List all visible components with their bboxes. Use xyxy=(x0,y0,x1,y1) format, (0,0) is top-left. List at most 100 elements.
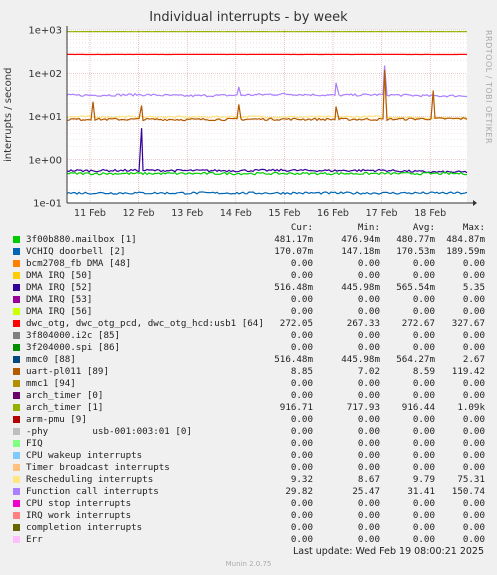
legend-row: IRQ work interrupts 0.00 0.00 0.00 0.00 xyxy=(0,510,497,522)
legend-max-value: 0.00 xyxy=(462,330,485,341)
legend-min-value: 476.94m xyxy=(341,234,380,245)
legend-header: Cur: Min: Avg: Max: xyxy=(0,222,497,234)
legend-swatch xyxy=(13,476,20,483)
legend-max-value: 5.35 xyxy=(462,282,485,293)
legend-min-value: 717.93 xyxy=(346,402,380,413)
legend-row: FIQ 0.00 0.00 0.00 0.00 xyxy=(0,438,497,450)
legend-swatch xyxy=(13,284,20,291)
legend-row: 3f804000.i2c [85] 0.00 0.00 0.00 0.00 xyxy=(0,330,497,342)
legend-max-value: 0.00 xyxy=(462,294,485,305)
legend-swatch xyxy=(13,344,20,351)
legend-cur-value: 0.00 xyxy=(290,426,313,437)
legend-row: arm-pmu [9] 0.00 0.00 0.00 0.00 xyxy=(0,414,497,426)
legend-cur-value: 0.00 xyxy=(290,522,313,533)
legend-cur-value: 29.82 xyxy=(285,486,313,497)
legend-min-value: 0.00 xyxy=(357,510,380,521)
legend-cur-value: 0.00 xyxy=(290,258,313,269)
legend-header-max: Max: xyxy=(462,222,485,233)
legend-row: dwc_otg, dwc_otg_pcd, dwc_otg_hcd:usb1 [… xyxy=(0,318,497,330)
legend-row: arch_timer [1] 916.71 717.93 916.44 1.09k xyxy=(0,402,497,414)
legend-min-value: 0.00 xyxy=(357,426,380,437)
legend-series-name: bcm2708_fb DMA [48] xyxy=(26,258,132,269)
legend-series-name: arch_timer [0] xyxy=(26,390,104,401)
legend-min-value: 0.00 xyxy=(357,390,380,401)
legend-max-value: 0.00 xyxy=(462,270,485,281)
legend-max-value: 0.00 xyxy=(462,450,485,461)
legend-max-value: 0.00 xyxy=(462,534,485,545)
x-tick-label: 15 Feb xyxy=(268,208,300,219)
legend-max-value: 2.67 xyxy=(462,354,485,365)
legend-swatch xyxy=(13,236,20,243)
legend-series-name: 3f804000.i2c [85] xyxy=(26,330,121,341)
legend-swatch xyxy=(13,464,20,471)
legend-min-value: 7.02 xyxy=(357,366,380,377)
legend-swatch xyxy=(13,440,20,447)
legend-row: completion interrupts 0.00 0.00 0.00 0.00 xyxy=(0,522,497,534)
legend-min-value: 445.98m xyxy=(341,282,380,293)
legend-min-value: 0.00 xyxy=(357,378,380,389)
legend-series-name: Err xyxy=(26,534,43,545)
legend-header-min: Min: xyxy=(357,222,380,233)
legend-series-name: arm-pmu [9] xyxy=(26,414,87,425)
legend-row: Function call interrupts 29.82 25.47 31.41 1… xyxy=(0,486,497,498)
legend-cur-value: 0.00 xyxy=(290,330,313,341)
legend-series-name: mmc1 [94] xyxy=(26,378,76,389)
legend-max-value: 0.00 xyxy=(462,462,485,473)
last-update: Last update: Wed Feb 19 08:00:21 2025 xyxy=(292,546,484,557)
legend-min-value: 8.67 xyxy=(357,474,380,485)
legend-max-value: 0.00 xyxy=(462,342,485,353)
legend-swatch xyxy=(13,320,20,327)
legend-max-value: 1.09k xyxy=(457,402,485,413)
legend-series-name: VCHIQ doorbell [2] xyxy=(26,246,126,257)
legend-min-value: 0.00 xyxy=(357,498,380,509)
legend-max-value: 0.00 xyxy=(462,414,485,425)
legend-cur-value: 9.32 xyxy=(290,474,313,485)
legend-min-value: 0.00 xyxy=(357,438,380,449)
legend-cur-value: 0.00 xyxy=(290,462,313,473)
legend-cur-value: 0.00 xyxy=(290,414,313,425)
legend-swatch xyxy=(13,428,20,435)
legend-series-name: DMA IRQ [52] xyxy=(26,282,93,293)
legend-cur-value: 0.00 xyxy=(290,342,313,353)
x-tick-label: 12 Feb xyxy=(123,208,155,219)
legend-min-value: 0.00 xyxy=(357,258,380,269)
interrupts-chart: 1e-01 1e+00 1e+01 1e+02 1e+03 11 Feb 12 Feb 13 … xyxy=(28,26,477,219)
legend-cur-value: 8.85 xyxy=(290,366,313,377)
legend-min-value: 0.00 xyxy=(357,342,380,353)
legend-max-value: 0.00 xyxy=(462,510,485,521)
legend-series-name: DMA IRQ [56] xyxy=(26,306,93,317)
legend-series-name: mmc0 [88] xyxy=(26,354,76,365)
legend-row: Rescheduling interrupts 9.32 8.67 9.79 75.31 xyxy=(0,474,497,486)
legend-cur-value: 516.48m xyxy=(274,282,313,293)
legend-row: CPU wakeup interrupts 0.00 0.00 0.00 0.00 xyxy=(0,450,497,462)
legend-cur-value: 272.05 xyxy=(279,318,313,329)
legend-cur-value: 516.48m xyxy=(274,354,313,365)
legend-cur-value: 481.17m xyxy=(274,234,313,245)
x-tick-label: 17 Feb xyxy=(366,208,398,219)
legend-swatch xyxy=(13,356,20,363)
legend-row: mmc0 [88] 516.48m 445.98m 564.27m 2.67 xyxy=(0,354,497,366)
x-tick-label: 11 Feb xyxy=(74,208,106,219)
legend-cur-value: 0.00 xyxy=(290,294,313,305)
legend-row: Timer broadcast interrupts 0.00 0.00 0.00 0.… xyxy=(0,462,497,474)
y-tick-label: 1e+03 xyxy=(28,26,62,37)
legend-cur-value: 0.00 xyxy=(290,270,313,281)
legend-max-value: 0.00 xyxy=(462,378,485,389)
legend-max-value: 0.00 xyxy=(462,426,485,437)
legend-max-value: 0.00 xyxy=(462,306,485,317)
legend-min-value: 267.33 xyxy=(346,318,380,329)
legend-series-name: FIQ xyxy=(26,438,43,449)
legend-series-name: CPU stop interrupts xyxy=(26,498,132,509)
legend-cur-value: 0.00 xyxy=(290,390,313,401)
legend-max-value: 189.59m xyxy=(446,246,485,257)
legend-swatch xyxy=(13,524,20,531)
legend-swatch xyxy=(13,332,20,339)
legend-series-name: CPU wakeup interrupts xyxy=(26,450,143,461)
legend-cur-value: 0.00 xyxy=(290,498,313,509)
legend-swatch xyxy=(13,392,20,399)
legend-min-value: 0.00 xyxy=(357,270,380,281)
legend-swatch xyxy=(13,272,20,279)
legend-row: DMA IRQ [56] 0.00 0.00 0.00 0.00 xyxy=(0,306,497,318)
x-tick-label: 16 Feb xyxy=(317,208,349,219)
legend-min-value: 0.00 xyxy=(357,534,380,545)
